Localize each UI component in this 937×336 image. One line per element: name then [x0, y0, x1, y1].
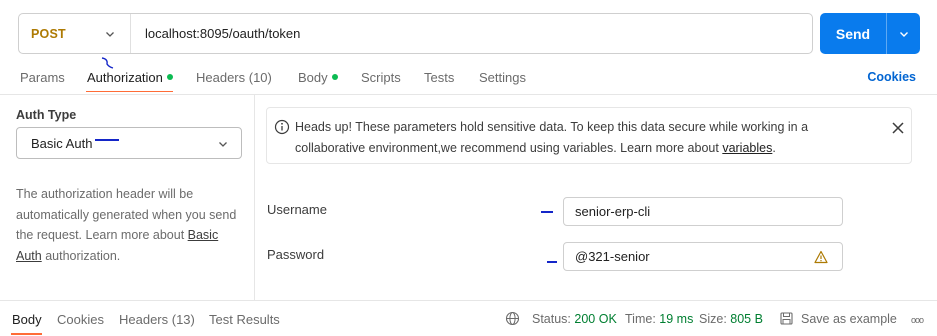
size-readout: Size: 805 B: [699, 312, 763, 326]
indicator-dot: [166, 74, 173, 80]
globe-icon[interactable]: [505, 311, 520, 326]
size-value: 805 B: [730, 312, 763, 326]
method-select[interactable]: POST: [19, 14, 131, 53]
password-field[interactable]: @321-senior: [563, 242, 843, 271]
tab-headers[interactable]: Headers (10): [196, 70, 272, 85]
tab-authorization[interactable]: Authorization: [87, 70, 173, 85]
info-banner: Heads up! These parameters hold sensitiv…: [266, 107, 912, 164]
request-tabs: Params Authorization Headers (10) Body S…: [0, 62, 937, 94]
status-value: 200 OK: [574, 312, 617, 326]
info-icon: [274, 119, 290, 135]
response-tab-headers[interactable]: Headers (13): [119, 312, 195, 327]
auth-description-tail: authorization.: [41, 248, 121, 263]
method-label: POST: [31, 26, 66, 41]
auth-type-label: Auth Type: [16, 108, 77, 122]
url-bar: POST localhost:8095/oauth/token: [18, 13, 813, 54]
pen-mark: [541, 211, 553, 213]
response-tab-body[interactable]: Body: [12, 312, 42, 327]
more-options-icon[interactable]: ooo: [911, 315, 924, 325]
size-label: Size:: [699, 312, 727, 326]
status-label: Status:: [532, 312, 571, 326]
divider: [0, 94, 937, 95]
save-as-example-button[interactable]: Save as example: [801, 312, 897, 326]
username-value: senior-erp-cli: [575, 204, 651, 219]
tab-body[interactable]: Body: [298, 70, 338, 85]
chevron-down-icon: [106, 32, 114, 37]
status-readout: Status: 200 OK: [532, 312, 617, 326]
send-label[interactable]: Send: [820, 13, 887, 54]
time-label: Time:: [625, 312, 656, 326]
divider: [254, 95, 255, 300]
time-readout: Time: 19 ms: [625, 312, 693, 326]
auth-type-value: Basic Auth: [31, 135, 93, 151]
pen-mark: [95, 139, 119, 141]
variables-link[interactable]: variables: [722, 141, 772, 155]
send-button[interactable]: Send: [820, 13, 920, 54]
time-value: 19 ms: [659, 312, 694, 326]
response-tab-test-results[interactable]: Test Results: [209, 312, 280, 327]
username-label: Username: [267, 202, 327, 217]
response-tab-cookies[interactable]: Cookies: [57, 312, 104, 327]
cookies-link[interactable]: Cookies: [867, 70, 916, 84]
send-options-button[interactable]: [887, 28, 920, 40]
indicator-dot: [331, 74, 338, 80]
password-value: @321-senior: [575, 249, 650, 264]
close-icon[interactable]: [891, 121, 905, 135]
divider: [0, 300, 937, 301]
tab-params[interactable]: Params: [20, 70, 65, 85]
tab-label: Body: [298, 70, 328, 85]
auth-type-select[interactable]: Basic Auth: [16, 127, 242, 159]
active-tab-indicator: [86, 91, 173, 92]
chevron-down-icon: [219, 142, 227, 147]
tab-label: Authorization: [87, 70, 163, 85]
banner-tail: .: [772, 140, 776, 155]
pen-mark: [547, 261, 557, 263]
url-input[interactable]: localhost:8095/oauth/token: [131, 26, 300, 41]
auth-description: The authorization header will be automat…: [16, 184, 241, 266]
warning-icon[interactable]: [814, 250, 828, 264]
banner-message: Heads up! These parameters hold sensitiv…: [295, 117, 875, 158]
username-field[interactable]: senior-erp-cli: [563, 197, 843, 226]
tab-settings[interactable]: Settings: [479, 70, 526, 85]
chevron-down-icon: [899, 31, 908, 37]
tab-scripts[interactable]: Scripts: [361, 70, 401, 85]
password-label: Password: [267, 247, 325, 262]
tab-tests[interactable]: Tests: [424, 70, 454, 85]
save-icon: [780, 312, 793, 325]
active-tab-indicator: [11, 333, 42, 335]
